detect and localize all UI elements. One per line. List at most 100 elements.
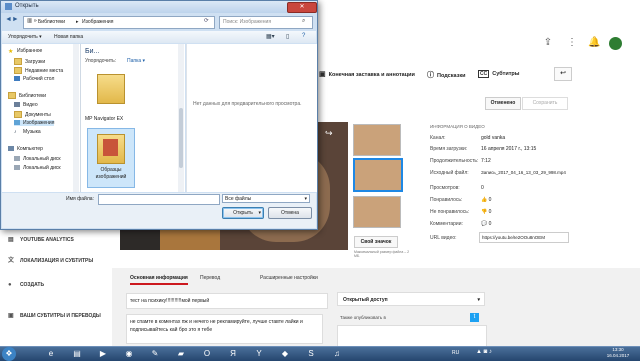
twitter-icon[interactable]: t (470, 313, 479, 322)
sidebar-item-create[interactable]: ● СОЗДАТЬ (8, 282, 108, 288)
stat-value: 👎 0 (481, 209, 491, 215)
arrange-by-button[interactable]: Папка ▾ (127, 58, 145, 64)
language-indicator[interactable]: RU (452, 350, 459, 356)
thumbnail-option-2[interactable] (353, 158, 403, 192)
filetype-select[interactable]: Все файлы ▾ (222, 194, 310, 203)
nav-downloads[interactable]: Загрузки (14, 58, 45, 65)
video-url-field[interactable]: https://youtu.be/Ie2OOu8nOEM (479, 232, 569, 243)
breadcrumb-images[interactable]: Изображения (82, 19, 113, 25)
file-scrollbar[interactable] (178, 44, 184, 192)
nav-computer[interactable]: Компьютер (8, 146, 43, 152)
search-input[interactable]: Поиск: Изображения ⌕ (219, 16, 313, 29)
tab-cards[interactable]: ⓘ Подсказки (427, 70, 465, 80)
refresh-icon[interactable]: ⟳ (204, 18, 209, 24)
custom-thumbnail-button[interactable]: Свой значок (354, 236, 398, 248)
tab-translation[interactable]: Перевод (200, 275, 220, 281)
taskbar-music-icon[interactable]: ♫ (326, 347, 348, 361)
taskbar-game-icon[interactable]: ◆ (274, 347, 296, 361)
info-icon: ⓘ (427, 72, 434, 79)
sidebar-item-localization[interactable]: 文 ЛОКАЛИЗАЦИЯ И СУБТИТРЫ (8, 255, 108, 264)
start-button[interactable]: ❖ (2, 347, 16, 361)
drive-icon (14, 156, 20, 162)
comment-count: 0 (488, 221, 492, 227)
dislike-count: 0 (488, 209, 492, 215)
tab-end-screen[interactable]: ▣ Конечная заставка и аннотации (319, 70, 415, 78)
apps-icon[interactable]: ⋮ (566, 37, 578, 49)
chevron-down-icon: ▾ (304, 196, 307, 202)
nav-video[interactable]: Видео (14, 102, 38, 108)
new-folder-button[interactable]: Новая папка (54, 34, 83, 40)
thumbnail-option-3[interactable] (353, 196, 401, 228)
chevron-down-icon: ▾ (258, 210, 261, 216)
help-icon[interactable]: ? (302, 33, 305, 39)
tray-icons[interactable]: ▲ ◙ ♪ (476, 349, 492, 355)
nav-local-disk-c[interactable]: Локальный диск (14, 156, 61, 162)
privacy-select[interactable]: Открытый доступ ▾ (337, 292, 485, 306)
back-button[interactable]: ↩ (554, 67, 572, 81)
nav-label: Недавние места (25, 67, 64, 74)
back-forward-icon[interactable]: ◄► (5, 16, 21, 27)
scroll-thumb[interactable] (179, 108, 183, 168)
computer-icon (8, 146, 14, 152)
taskbar-app-icon[interactable]: ✎ (144, 347, 166, 361)
info-label: Исходный файл: (430, 170, 469, 176)
tab-basic-info[interactable]: Основная информация (130, 275, 188, 285)
upload-icon[interactable]: ⇪ (542, 37, 554, 49)
taskbar-opera-icon[interactable]: O (196, 347, 218, 361)
nav-local-disk-d[interactable]: Локальный диск (14, 165, 61, 171)
tab-advanced-settings[interactable]: Расширенные настройки (260, 275, 318, 281)
open-button[interactable]: Открыть ▾ (222, 207, 264, 219)
view-options-icon[interactable]: ▦▾ (266, 33, 275, 40)
taskbar-chrome-icon[interactable]: ◉ (118, 347, 140, 361)
nav-music[interactable]: ♪ Музыка (14, 129, 41, 135)
downloads-icon (14, 58, 22, 65)
close-button[interactable]: ✕ (287, 2, 317, 13)
taskbar-explorer-icon[interactable]: ▤ (66, 347, 88, 361)
cancel-button[interactable]: Отмена (268, 207, 312, 219)
taskbar-yandex-browser-icon[interactable]: Y (248, 347, 270, 361)
like-count: 0 (488, 197, 492, 203)
taskbar-media-icon[interactable]: ▶ (92, 347, 114, 361)
share-message-input[interactable] (337, 325, 487, 347)
taskbar-folder-icon[interactable]: ▰ (170, 347, 192, 361)
tab-label: Конечная заставка и аннотации (328, 72, 415, 78)
address-bar[interactable]: ▥ » Библиотеки ▸ Изображения ⟳ (23, 16, 215, 29)
music-icon: ♪ (14, 129, 17, 136)
taskbar-skype-icon[interactable]: S (300, 347, 322, 361)
revert-button[interactable]: Отменено (485, 97, 521, 110)
thumbnail-option-1[interactable] (353, 124, 401, 156)
folder-item[interactable] (91, 72, 129, 108)
sidebar-item-analytics[interactable]: ▤ YOUTUBE ANALYTICS (8, 236, 108, 243)
library-title: Би... (85, 48, 100, 55)
nav-desktop[interactable]: Рабочий стол (14, 76, 54, 82)
nav-scrollbar[interactable] (73, 44, 79, 192)
organize-button[interactable]: Упорядочить ▾ (8, 34, 42, 40)
clock[interactable]: 13:30 16.04.2017 (601, 347, 635, 359)
preview-pane-icon[interactable]: ▯ (286, 33, 289, 40)
stat-label: Не понравилось: (430, 209, 470, 215)
nav-libraries[interactable]: Библиотеки (8, 92, 46, 99)
nav-documents[interactable]: Документы (14, 111, 51, 118)
stat-label: Просмотров: (430, 185, 460, 191)
dialog-titlebar[interactable]: Открыть ✕ (1, 1, 317, 13)
dialog-app-icon (5, 3, 12, 10)
taskbar-yandex-icon[interactable]: Я (222, 347, 244, 361)
taskbar-ie-icon[interactable]: e (40, 347, 62, 361)
nav-recent[interactable]: Недавние места (14, 67, 63, 74)
nav-label: Загрузки (25, 58, 46, 65)
share-icon[interactable]: ↪ (325, 128, 333, 139)
save-button[interactable]: Сохранить (522, 97, 568, 110)
sidebar-item-subtitles[interactable]: ▣ ВАШИ СУБТИТРЫ И ПЕРЕВОДЫ (8, 312, 108, 319)
filename-input[interactable] (98, 194, 220, 205)
description-input[interactable]: не спамте в коментах пж и нечего не рекл… (126, 314, 323, 344)
notifications-icon[interactable]: 🔔 (588, 37, 600, 49)
breadcrumb-libraries[interactable]: Библиотеки (38, 19, 65, 25)
avatar[interactable] (609, 37, 622, 50)
translate-icon: 文 (8, 258, 15, 264)
folder-item-selected[interactable]: Образцы изображений (87, 128, 135, 188)
tab-subtitles[interactable]: CC Субтитры (478, 70, 520, 78)
nav-favorites[interactable]: ★ Избранное (8, 48, 42, 55)
title-input[interactable]: тест на психику!!!!!!!!!!!мой первый (126, 293, 328, 309)
nav-images[interactable]: Изображения (14, 120, 55, 126)
sidebar-item-label: ВАШИ СУБТИТРЫ И ПЕРЕВОДЫ (20, 313, 101, 319)
